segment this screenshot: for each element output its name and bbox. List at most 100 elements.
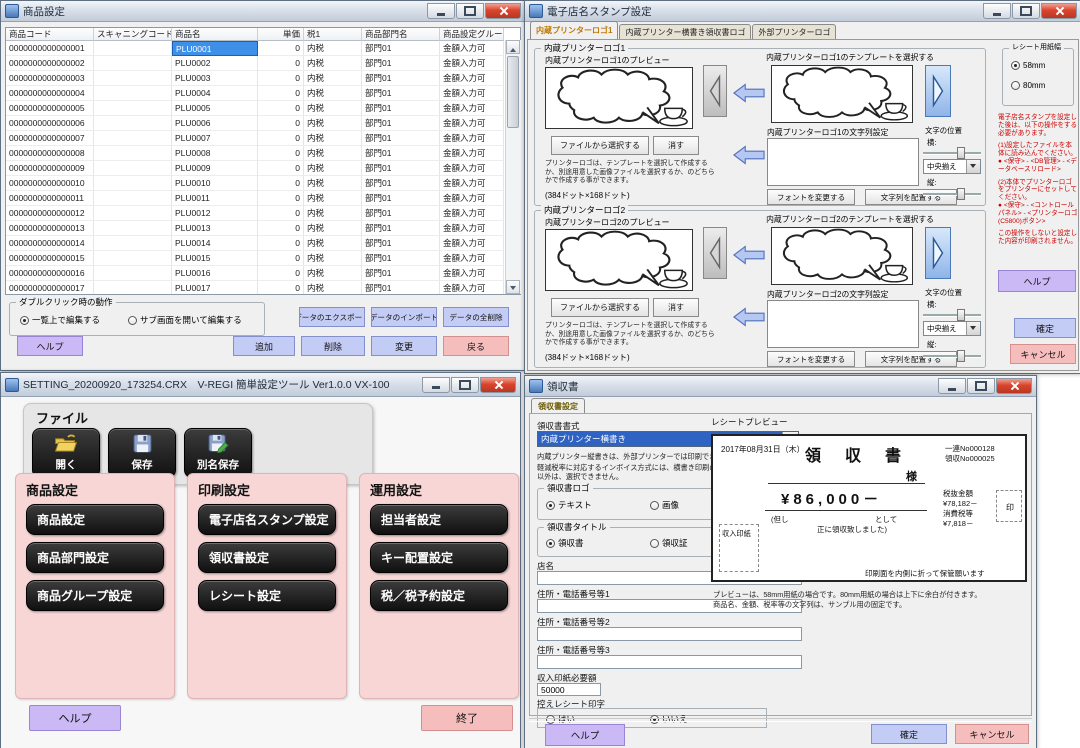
- minimize-button[interactable]: [422, 377, 450, 393]
- table-row[interactable]: 0000000000000016PLU00160内税部門01金額入力可: [6, 266, 520, 281]
- titlebar-tool[interactable]: SETTING_20200920_173254.CRX V-REGI 簡単設定ツ…: [1, 373, 520, 397]
- minimize-button[interactable]: [938, 378, 966, 394]
- table-row[interactable]: 0000000000000003PLU00030内税部門01金額入力可: [6, 71, 520, 86]
- close-button[interactable]: [996, 378, 1032, 394]
- scroll-up-icon[interactable]: [506, 40, 520, 54]
- table-row[interactable]: 0000000000000010PLU00100内税部門01金額入力可: [6, 176, 520, 191]
- chevron-down-icon[interactable]: [966, 160, 980, 173]
- panel-button[interactable]: レシート設定: [198, 580, 336, 611]
- column-header[interactable]: 税1: [304, 28, 362, 41]
- column-header[interactable]: 単価: [258, 28, 304, 41]
- logo-text-input[interactable]: [767, 138, 919, 186]
- horizontal-slider[interactable]: [923, 308, 981, 322]
- select-from-file-button[interactable]: ファイルから選択する: [551, 298, 649, 317]
- cancel-button[interactable]: キャンセル: [955, 724, 1029, 744]
- address2-input[interactable]: [537, 627, 802, 641]
- delete-button[interactable]: 削除: [301, 336, 365, 356]
- template-prev-button[interactable]: [703, 65, 727, 117]
- exit-button[interactable]: 終了: [421, 705, 513, 731]
- align-select[interactable]: 中央揃え: [923, 321, 981, 336]
- column-header[interactable]: 商品部門名: [362, 28, 440, 41]
- add-button[interactable]: 追加: [233, 336, 295, 356]
- chevron-down-icon[interactable]: [966, 322, 980, 335]
- scroll-down-icon[interactable]: [506, 280, 520, 294]
- tab-receipt-settings[interactable]: 領収書設定: [531, 398, 585, 414]
- radio-logo-text[interactable]: テキスト: [546, 499, 592, 511]
- maximize-button[interactable]: [1012, 3, 1040, 19]
- template-next-button[interactable]: [925, 65, 951, 117]
- panel-button[interactable]: 税／税予約設定: [370, 580, 508, 611]
- panel-button[interactable]: 担当者設定: [370, 504, 508, 535]
- back-button[interactable]: 戻る: [443, 336, 509, 356]
- table-row[interactable]: 0000000000000002PLU00020内税部門01金額入力可: [6, 56, 520, 71]
- close-button[interactable]: [485, 3, 521, 19]
- maximize-button[interactable]: [451, 377, 479, 393]
- revenue-stamp-amount-input[interactable]: 50000: [537, 683, 601, 696]
- table-row[interactable]: 0000000000000006PLU00060内税部門01金額入力可: [6, 116, 520, 131]
- slider-thumb[interactable]: [957, 147, 965, 159]
- table-row[interactable]: 0000000000000001PLU00010内税部門01金額入力可: [6, 41, 520, 56]
- table-row[interactable]: 0000000000000014PLU00140内税部門01金額入力可: [6, 236, 520, 251]
- tab-internal-printer-receipt-logo[interactable]: 内蔵プリンター横書き領収書ロゴ: [619, 24, 751, 39]
- radio-title-ryoshusho[interactable]: 領収書: [546, 537, 584, 549]
- logo-text-input[interactable]: [767, 300, 919, 348]
- help-button[interactable]: ヘルプ: [545, 724, 625, 746]
- clear-logo-button[interactable]: 消す: [653, 298, 699, 317]
- help-button[interactable]: ヘルプ: [17, 336, 83, 356]
- slider-thumb[interactable]: [957, 188, 965, 200]
- align-select[interactable]: 中央揃え: [923, 159, 981, 174]
- minimize-button[interactable]: [427, 3, 455, 19]
- column-header[interactable]: スキャニングコード: [94, 28, 172, 41]
- clear-logo-button[interactable]: 消す: [653, 136, 699, 155]
- titlebar-product[interactable]: 商品設定: [1, 1, 525, 22]
- help-button[interactable]: ヘルプ: [998, 270, 1076, 292]
- radio-58mm[interactable]: 58mm: [1011, 61, 1045, 70]
- titlebar-stamp[interactable]: 電子店名スタンプ設定: [525, 1, 1080, 22]
- table-row[interactable]: 0000000000000008PLU00080内税部門01金額入力可: [6, 146, 520, 161]
- table-row[interactable]: 0000000000000011PLU00110内税部門01金額入力可: [6, 191, 520, 206]
- confirm-button[interactable]: 確定: [871, 724, 947, 744]
- radio-80mm[interactable]: 80mm: [1011, 81, 1045, 90]
- maximize-button[interactable]: [456, 3, 484, 19]
- column-header[interactable]: 商品設定グループ名: [440, 28, 504, 41]
- data-import-button[interactable]: データのインポート: [371, 307, 437, 327]
- change-button[interactable]: 変更: [371, 336, 437, 356]
- radio-edit-in-subscreen[interactable]: サブ画面を開いて編集する: [128, 314, 242, 326]
- tab-external-printer-logo[interactable]: 外部プリンターロゴ: [752, 24, 836, 39]
- confirm-button[interactable]: 確定: [1014, 318, 1076, 338]
- file-button-save-as[interactable]: 別名保存: [184, 428, 252, 478]
- column-header[interactable]: 商品コード: [6, 28, 94, 41]
- panel-button[interactable]: 商品設定: [26, 504, 164, 535]
- radio-title-ryoshushou[interactable]: 領収証: [650, 537, 688, 549]
- table-row[interactable]: 0000000000000005PLU00050内税部門01金額入力可: [6, 101, 520, 116]
- slider-thumb[interactable]: [957, 309, 965, 321]
- close-button[interactable]: [480, 377, 516, 393]
- maximize-button[interactable]: [967, 378, 995, 394]
- vertical-slider[interactable]: [923, 187, 981, 201]
- help-button[interactable]: ヘルプ: [29, 705, 121, 731]
- scroll-thumb[interactable]: [507, 56, 519, 128]
- horizontal-slider[interactable]: [923, 146, 981, 160]
- data-export-button[interactable]: データのエクスポート: [299, 307, 365, 327]
- template-next-button[interactable]: [925, 227, 951, 279]
- panel-button[interactable]: 電子店名スタンプ設定: [198, 504, 336, 535]
- panel-button[interactable]: 商品グループ設定: [26, 580, 164, 611]
- titlebar-receipt[interactable]: 領収書: [525, 376, 1036, 397]
- change-font-button[interactable]: フォントを変更する: [767, 351, 855, 367]
- cancel-button[interactable]: キャンセル: [1010, 344, 1076, 364]
- table-row[interactable]: 0000000000000004PLU00040内税部門01金額入力可: [6, 86, 520, 101]
- table-row[interactable]: 0000000000000015PLU00150内税部門01金額入力可: [6, 251, 520, 266]
- panel-button[interactable]: キー配置設定: [370, 542, 508, 573]
- select-from-file-button[interactable]: ファイルから選択する: [551, 136, 649, 155]
- template-prev-button[interactable]: [703, 227, 727, 279]
- radio-edit-in-list[interactable]: 一覧上で編集する: [20, 314, 100, 326]
- table-row[interactable]: 0000000000000013PLU00130内税部門01金額入力可: [6, 221, 520, 236]
- tab-internal-printer-logo[interactable]: 内蔵プリンターロゴ1: [530, 21, 618, 39]
- column-header[interactable]: 商品名: [172, 28, 258, 41]
- panel-button[interactable]: 商品部門設定: [26, 542, 164, 573]
- data-delete-all-button[interactable]: データの全削除: [443, 307, 509, 327]
- table-scrollbar[interactable]: [505, 40, 521, 294]
- panel-button[interactable]: 領収書設定: [198, 542, 336, 573]
- file-button-open[interactable]: 開く: [32, 428, 100, 478]
- table-row[interactable]: 0000000000000007PLU00070内税部門01金額入力可: [6, 131, 520, 146]
